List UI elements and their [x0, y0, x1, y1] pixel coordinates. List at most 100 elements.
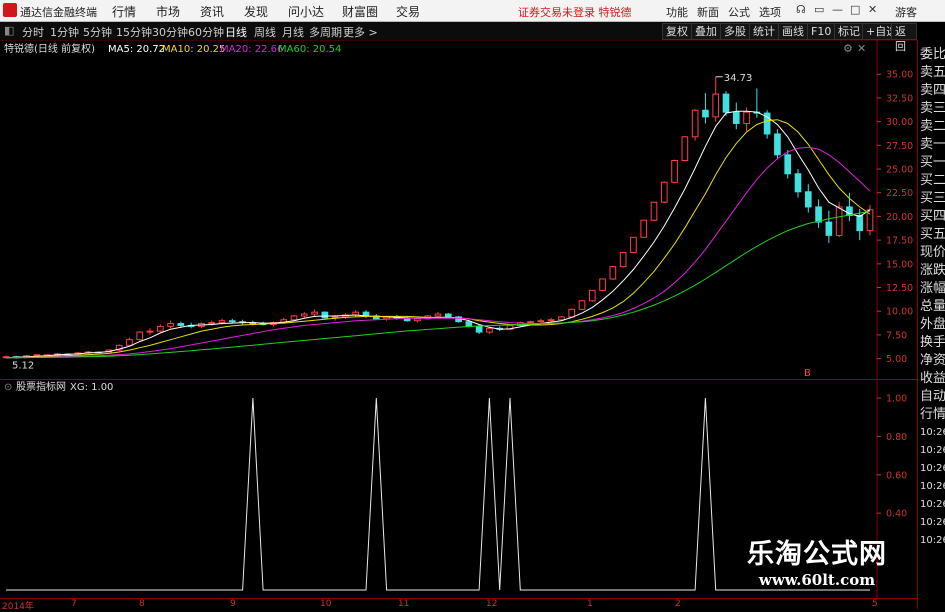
- panel-label: 卖一: [920, 137, 945, 152]
- date-tick: 1: [587, 599, 593, 609]
- indicator-tick-label: 0.80: [886, 432, 907, 443]
- tab-mark[interactable]: 标记: [834, 23, 864, 40]
- candle-body: [578, 300, 586, 310]
- tick-time: 10:26: [920, 499, 945, 510]
- menu-item-discover[interactable]: 发现: [244, 3, 268, 20]
- price-tick-label: 15.00: [886, 259, 913, 270]
- toolbar-new-page[interactable]: 新面: [697, 4, 719, 20]
- restore-icon[interactable]: ▭: [814, 3, 824, 16]
- tab-back[interactable]: 返回: [891, 23, 917, 53]
- buy-marker-label: B: [804, 368, 811, 379]
- tick-time: 10:26: [920, 445, 945, 456]
- candle-body: [558, 316, 565, 321]
- candle-body: [599, 278, 606, 291]
- tab-timeshare[interactable]: 分时: [22, 24, 44, 40]
- close-icon[interactable]: ✕: [868, 3, 877, 16]
- site-watermark-logo: 乐淘公式网 www.60lt.com: [747, 539, 887, 589]
- tab-adjust[interactable]: 复权: [662, 23, 692, 40]
- tab-weekly[interactable]: 周线: [254, 24, 276, 40]
- tab-statistics[interactable]: 统计: [749, 23, 779, 40]
- tab-15min[interactable]: 15分钟: [116, 24, 152, 40]
- indicator-tick-label: 0.40: [886, 509, 907, 520]
- panel-label[interactable]: 自动: [920, 390, 945, 403]
- tab-daily[interactable]: 日线: [225, 24, 247, 40]
- candle-body: [311, 311, 318, 315]
- user-label[interactable]: 游客: [895, 4, 917, 20]
- indicator-tick-label: 1.00: [886, 394, 907, 405]
- tab-overlay[interactable]: 叠加: [691, 23, 721, 40]
- candle-body: [825, 221, 833, 236]
- tab-60min[interactable]: 60分钟: [188, 24, 224, 40]
- candle-body: [702, 109, 709, 118]
- toolbar-formula[interactable]: 公式: [728, 4, 750, 20]
- panel-label: 买一: [920, 155, 945, 170]
- tab-f10[interactable]: F10: [807, 23, 836, 40]
- menu-item-wealth[interactable]: 财富圈: [342, 3, 378, 20]
- tab-more[interactable]: 更多 >: [343, 24, 378, 40]
- candle-body: [537, 320, 545, 323]
- kline-chart[interactable]: 35.00 32.50 30.00 27.50 25.00 22.50 20.00 17.50…: [0, 40, 917, 379]
- login-warning[interactable]: 证券交易未登录 特锐德: [518, 4, 632, 20]
- candle-body: [815, 206, 822, 223]
- candle-body: [465, 321, 473, 327]
- candle-body: [146, 330, 154, 333]
- price-tick-label: 12.50: [886, 283, 913, 294]
- panel-close-icon[interactable]: ✕: [857, 42, 866, 55]
- ma-line-ma60: [6, 210, 871, 359]
- price-tick-label: 5.00: [886, 354, 907, 365]
- menu-item-market[interactable]: 市场: [156, 3, 180, 20]
- tick-time: 10:26: [920, 481, 945, 492]
- date-tick: 12: [486, 599, 498, 609]
- tab-draw-line[interactable]: 画线: [778, 23, 808, 40]
- period-tab-bar: ◧ 分时 1分钟 5分钟 15分钟 30分钟 60分钟 日线 周线 月线 多周期…: [0, 22, 917, 53]
- panel-label: 卖五: [920, 65, 945, 80]
- panel-label: 买五: [920, 227, 945, 242]
- app-title: 通达信金融终端: [20, 6, 97, 19]
- tab-5min[interactable]: 5分钟: [83, 24, 112, 40]
- tab-multi-stock[interactable]: 多股: [720, 23, 750, 40]
- candle-body: [136, 331, 144, 341]
- quote-panel: 委比 卖五 卖四 卖三 卖二 卖一 买一 买二 买三 买四 买五 现价 涨跌 涨…: [917, 40, 945, 609]
- indicator-name: 股票指标网: [16, 380, 66, 393]
- chart-toggle-icon[interactable]: ◧: [4, 24, 14, 37]
- indicator-value: XG: 1.00: [70, 382, 113, 393]
- ma10-label: MA10: 20.25: [162, 44, 225, 55]
- ma-line-ma5: [5, 110, 871, 359]
- tab-multi-period[interactable]: 多周期: [309, 24, 342, 40]
- date-tick: 7: [71, 599, 77, 609]
- menu-item-news[interactable]: 资讯: [200, 3, 224, 20]
- candle-body: [218, 320, 226, 324]
- toolbar-function[interactable]: 功能: [666, 4, 688, 20]
- candle-body: [228, 320, 236, 323]
- candle-body: [722, 93, 730, 113]
- panel-label: 买二: [920, 173, 945, 188]
- menu-item-trade[interactable]: 交易: [396, 3, 420, 20]
- candle-body: [568, 308, 576, 318]
- headset-icon[interactable]: ☊: [796, 3, 806, 16]
- tab-1min[interactable]: 1分钟: [50, 24, 79, 40]
- tab-monthly[interactable]: 月线: [282, 24, 304, 40]
- menu-item-ask[interactable]: 问小达: [288, 3, 324, 20]
- date-tick: 10: [320, 599, 332, 609]
- menu-item-quotes[interactable]: 行情: [112, 3, 136, 20]
- panel-label: 卖四: [920, 83, 945, 98]
- toolbar-options[interactable]: 选项: [759, 4, 781, 20]
- candle-body: [156, 325, 164, 332]
- candle-body: [794, 173, 802, 193]
- candle-body: [414, 318, 421, 322]
- indicator-toggle-icon[interactable]: ⊙: [4, 382, 12, 393]
- tab-30min[interactable]: 30分钟: [152, 24, 188, 40]
- candle-body: [743, 111, 750, 125]
- minimize-icon[interactable]: —: [832, 3, 843, 16]
- candle-body: [177, 323, 185, 326]
- candle-body: [588, 289, 596, 302]
- maximize-icon[interactable]: □: [850, 3, 860, 16]
- ma60-label: MA60: 20.54: [278, 44, 341, 55]
- tick-time: 10:26: [920, 535, 945, 546]
- settings-gear-icon[interactable]: ⚙: [843, 42, 853, 55]
- candle-body: [475, 325, 483, 333]
- stock-info-label: 特锐德(日线 前复权): [4, 42, 95, 55]
- price-tick-label: 30.00: [886, 117, 913, 128]
- panel-label: 总量: [920, 299, 945, 314]
- panel-label[interactable]: 行情: [920, 408, 945, 421]
